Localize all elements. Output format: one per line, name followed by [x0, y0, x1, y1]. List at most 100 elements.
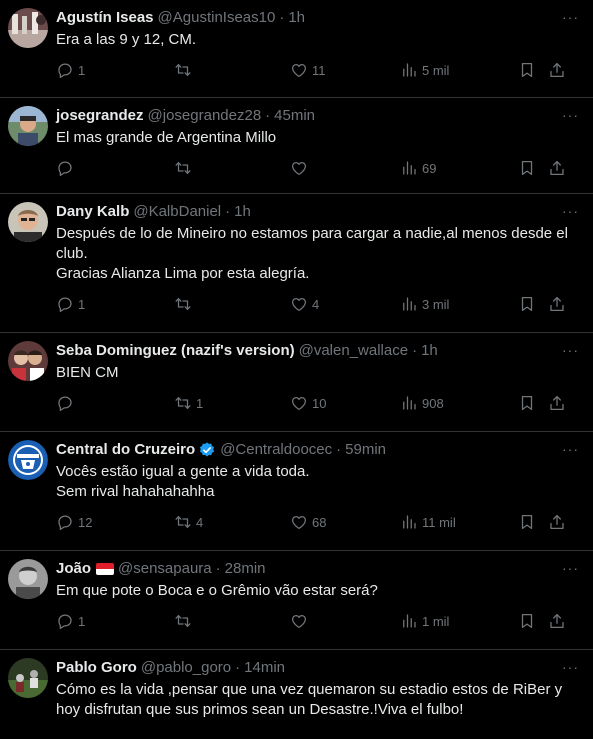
share-button[interactable]	[548, 159, 568, 177]
reply-button[interactable]	[56, 394, 174, 412]
author-handle[interactable]: @pablo_goro	[141, 658, 231, 678]
avatar[interactable]	[8, 106, 48, 146]
share-button[interactable]	[548, 61, 568, 79]
tweet[interactable]: josegrandez @josegrandez28 · 45min El ma…	[0, 98, 593, 194]
separator-dot: ·	[412, 342, 418, 359]
tweet-header: Pablo Goro @pablo_goro · 14min	[56, 658, 577, 678]
share-button[interactable]	[548, 394, 568, 412]
like-button[interactable]: 4	[290, 295, 400, 313]
avatar[interactable]	[8, 559, 48, 599]
author-handle[interactable]: @josegrandez28	[148, 106, 262, 126]
views-button[interactable]: 908	[400, 394, 518, 412]
views-icon	[400, 61, 418, 79]
timestamp[interactable]: 28min	[225, 559, 266, 579]
share-icon	[548, 612, 566, 630]
reply-button[interactable]	[56, 159, 174, 177]
author-name[interactable]: josegrandez	[56, 106, 144, 126]
more-icon[interactable]: ···	[562, 204, 579, 218]
bookmark-icon	[518, 513, 536, 531]
retweet-icon	[174, 159, 192, 177]
action-bar: 69	[56, 148, 577, 188]
views-icon	[400, 159, 418, 177]
author-handle[interactable]: @KalbDaniel	[133, 202, 221, 222]
reply-icon	[56, 612, 74, 630]
reply-count: 12	[78, 514, 93, 530]
more-icon[interactable]: ···	[562, 561, 579, 575]
share-button[interactable]	[548, 295, 568, 313]
author-name[interactable]: Seba Dominguez (nazif's version)	[56, 341, 295, 361]
author-name[interactable]: Agustín Iseas	[56, 8, 154, 28]
retweet-button[interactable]: 1	[174, 394, 290, 412]
bookmark-button[interactable]	[518, 394, 548, 412]
bookmark-button[interactable]	[518, 159, 548, 177]
avatar[interactable]	[8, 440, 48, 480]
share-button[interactable]	[548, 612, 568, 630]
tweet-text: Era a las 9 y 12, CM.	[56, 31, 197, 48]
reply-button[interactable]: 12	[56, 513, 174, 531]
tweet-header: Central do Cruzeiro @Centraldoocec · 59m…	[56, 440, 577, 460]
more-icon[interactable]: ···	[562, 660, 579, 674]
share-button[interactable]	[548, 513, 568, 531]
retweet-button[interactable]	[174, 61, 290, 79]
views-button[interactable]: 69	[400, 159, 518, 177]
like-button[interactable]	[290, 612, 400, 630]
bookmark-button[interactable]	[518, 612, 548, 630]
reply-button[interactable]: 1	[56, 295, 174, 313]
views-icon	[400, 612, 418, 630]
more-icon[interactable]: ···	[562, 343, 579, 357]
author-handle[interactable]: @AgustinIseas10	[158, 8, 276, 28]
action-bar: 1 4 3 mil	[56, 284, 577, 324]
separator-dot: ·	[225, 203, 231, 220]
tweet-text: El mas grande de Argentina Millo	[56, 129, 277, 146]
tweet[interactable]: Seba Dominguez (nazif's version) @valen_…	[0, 333, 593, 432]
author-name[interactable]: Pablo Goro	[56, 658, 137, 678]
bookmark-button[interactable]	[518, 295, 548, 313]
tweet[interactable]: Dany Kalb @KalbDaniel · 1h Después de lo…	[0, 194, 593, 333]
timestamp[interactable]: 14min	[244, 658, 285, 678]
retweet-button[interactable]	[174, 159, 290, 177]
author-handle[interactable]: @valen_wallace	[299, 341, 408, 361]
views-button[interactable]: 5 mil	[400, 61, 518, 79]
avatar[interactable]	[8, 8, 48, 48]
timestamp[interactable]: 45min	[274, 106, 315, 126]
retweet-button[interactable]	[174, 612, 290, 630]
avatar[interactable]	[8, 202, 48, 242]
retweet-button[interactable]: 4	[174, 513, 290, 531]
bookmark-button[interactable]	[518, 61, 548, 79]
reply-button[interactable]: 1	[56, 612, 174, 630]
tweet[interactable]: Central do Cruzeiro @Centraldoocec · 59m…	[0, 432, 593, 551]
author-name[interactable]: João	[56, 559, 91, 579]
views-button[interactable]: 11 mil	[400, 513, 518, 531]
retweet-icon	[174, 513, 192, 531]
timestamp[interactable]: 1h	[288, 8, 305, 28]
bookmark-button[interactable]	[518, 513, 548, 531]
views-button[interactable]: 3 mil	[400, 295, 518, 313]
avatar[interactable]	[8, 341, 48, 381]
action-bar: 12 4 68 11 mil	[56, 502, 577, 542]
retweet-count: 4	[196, 514, 204, 530]
views-count: 908	[422, 395, 444, 411]
retweet-icon	[174, 295, 192, 313]
like-button[interactable]: 11	[290, 61, 400, 79]
author-handle[interactable]: @sensapaura	[118, 559, 212, 579]
views-button[interactable]: 1 mil	[400, 612, 518, 630]
tweet[interactable]: Agustín Iseas @AgustinIseas10 · 1h Era a…	[0, 0, 593, 98]
like-button[interactable]	[290, 159, 400, 177]
tweet[interactable]: João @sensapaura · 28min Em que pote o B…	[0, 551, 593, 650]
reply-button[interactable]: 1	[56, 61, 174, 79]
author-name[interactable]: Dany Kalb	[56, 202, 129, 222]
author-name[interactable]: Central do Cruzeiro	[56, 440, 195, 460]
more-icon[interactable]: ···	[562, 108, 579, 122]
like-button[interactable]: 10	[290, 394, 400, 412]
avatar[interactable]	[8, 658, 48, 698]
author-handle[interactable]: @Centraldoocec	[220, 440, 332, 460]
like-button[interactable]: 68	[290, 513, 400, 531]
tweet[interactable]: Pablo Goro @pablo_goro · 14min Cómo es l…	[0, 650, 593, 739]
retweet-button[interactable]	[174, 295, 290, 313]
timestamp[interactable]: 59min	[345, 440, 386, 460]
retweet-icon	[174, 394, 192, 412]
timestamp[interactable]: 1h	[234, 202, 251, 222]
timestamp[interactable]: 1h	[421, 341, 438, 361]
more-icon[interactable]: ···	[562, 10, 579, 24]
more-icon[interactable]: ···	[562, 442, 579, 456]
